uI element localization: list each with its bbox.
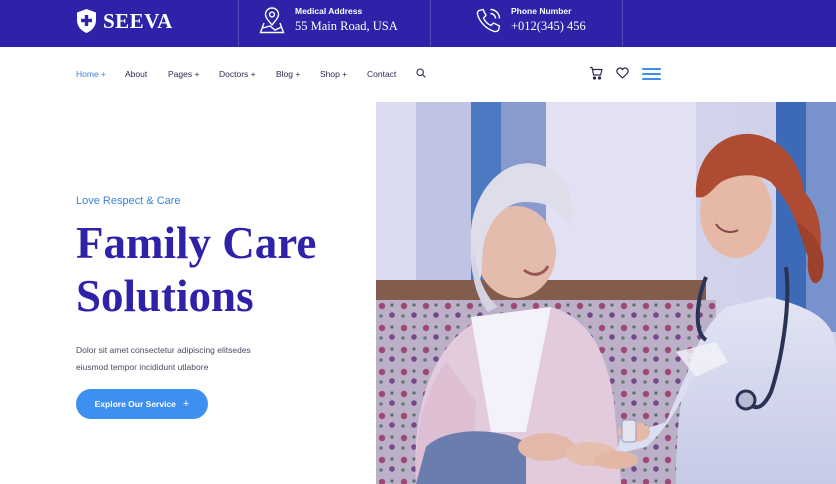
hero-image	[376, 102, 836, 484]
topbar-divider	[622, 0, 623, 47]
hamburger-menu-icon[interactable]	[642, 67, 661, 81]
map-pin-icon	[259, 7, 285, 34]
nav-item-shop[interactable]: Shop +	[320, 69, 347, 79]
hero-description-line: Dolor sit amet consectetur adipiscing el…	[76, 345, 251, 355]
nav-item-contact[interactable]: Contact	[367, 69, 396, 79]
address-value: 55 Main Road, USA	[295, 19, 398, 33]
shield-cross-icon	[77, 9, 96, 33]
search-icon[interactable]	[416, 68, 426, 78]
brand-logo[interactable]: SEEVA	[76, 7, 173, 35]
phone-contact[interactable]: Phone Number +012(345) 456	[474, 0, 619, 47]
top-bar: SEEVA Medical Address 55 Main Road, USA …	[0, 0, 836, 47]
explore-service-button[interactable]: Explore Our Service +	[76, 389, 208, 419]
brand-name: SEEVA	[103, 8, 173, 33]
address-label: Medical Address	[295, 6, 363, 16]
cart-icon[interactable]	[589, 66, 603, 80]
nav-item-home[interactable]: Home +	[76, 69, 106, 79]
hero-tagline: Love Respect & Care	[76, 195, 181, 207]
nurse-and-patient-illustration	[376, 102, 836, 484]
hero-description-line: eiusmod tempor incididunt utlabore	[76, 362, 209, 372]
explore-service-label: Explore Our Service	[94, 399, 176, 409]
plus-icon: +	[182, 398, 190, 410]
phone-icon	[476, 8, 501, 33]
hero-description: Dolor sit amet consectetur adipiscing el…	[76, 342, 286, 376]
nav-item-pages[interactable]: Pages +	[168, 69, 199, 79]
nav-item-doctors[interactable]: Doctors +	[219, 69, 256, 79]
hero-title-line: Solutions	[76, 271, 254, 321]
nav-item-about[interactable]: About	[125, 69, 147, 79]
hero-title: Family Care Solutions	[76, 217, 366, 323]
main-nav: Home + About Pages + Doctors + Blog + Sh…	[0, 47, 836, 102]
nav-item-blog[interactable]: Blog +	[276, 69, 300, 79]
topbar-divider	[430, 0, 431, 47]
phone-value: +012(345) 456	[511, 19, 586, 33]
address-contact: Medical Address 55 Main Road, USA	[258, 0, 428, 47]
heart-icon[interactable]	[616, 67, 629, 79]
topbar-divider	[238, 0, 239, 47]
phone-label: Phone Number	[511, 6, 572, 16]
hero-title-line: Family Care	[76, 218, 317, 268]
